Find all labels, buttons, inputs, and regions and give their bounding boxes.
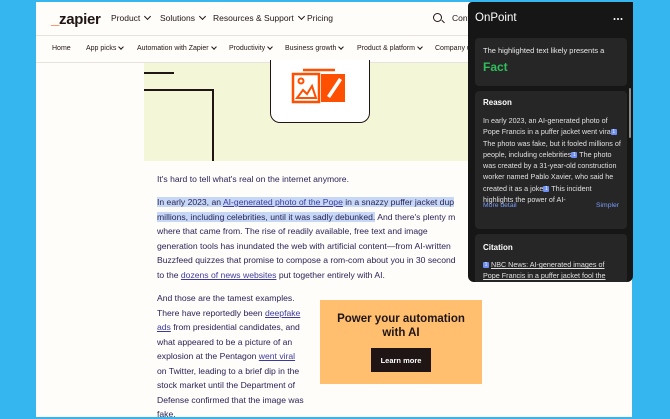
subnav-productivity[interactable]: Productivity xyxy=(229,44,274,52)
more-options-icon[interactable] xyxy=(617,18,619,20)
citation-link[interactable]: NBC News: AI-generated images of Pope Fr… xyxy=(483,260,606,280)
article-paragraph: It's hard to tell what's real on the int… xyxy=(157,174,349,184)
nav-resources-label: Resources & Support xyxy=(213,13,294,23)
went-viral-link[interactable]: went viral xyxy=(259,351,295,361)
simpler-link[interactable]: Simpler xyxy=(596,202,619,209)
text-span: generation tools has inundated the web w… xyxy=(157,240,451,251)
subnav-product-platform[interactable]: Product & platform xyxy=(357,44,423,52)
verdict-card: The highlighted text likely presents a F… xyxy=(475,38,627,86)
text-span: from presidential candidates, and xyxy=(170,322,300,332)
ai-image-generation-icon xyxy=(291,68,345,104)
text-span: explosion at the Pentagon xyxy=(157,351,259,361)
hero-card xyxy=(270,60,370,123)
nav-resources[interactable]: Resources & Support xyxy=(213,12,305,23)
text-span: fake. xyxy=(157,409,176,417)
promo-box: Power your automation with AI Learn more xyxy=(320,300,482,384)
ai-photo-link[interactable]: AI-generated photo of the Pope xyxy=(223,197,343,207)
text-span: to the xyxy=(157,269,181,280)
subnav-automation[interactable]: Automation with Zapier xyxy=(137,44,217,52)
chevron-down-icon xyxy=(118,44,125,50)
verdict-intro: The highlighted text likely presents a xyxy=(483,46,605,55)
chevron-down-icon xyxy=(297,12,305,21)
subnav-productivity-label: Productivity xyxy=(229,45,266,52)
learn-more-button[interactable]: Learn more xyxy=(371,348,431,372)
nav-pricing[interactable]: Pricing xyxy=(307,13,333,23)
citation-item[interactable]: 1 NBC News: AI-generated images of Pope … xyxy=(483,259,621,281)
promo-title: Power your automation with AI xyxy=(320,312,482,340)
promo-title-line: Power your automation xyxy=(337,313,465,325)
subnav-home-label: Home xyxy=(52,45,71,52)
text-span: stock market until the Department of xyxy=(157,380,296,390)
text-span: on Twitter, leading to a brief dip in th… xyxy=(157,365,300,376)
deepfake-link[interactable]: deepfake xyxy=(265,308,300,318)
news-websites-link[interactable]: dozens of news websites xyxy=(181,270,277,280)
citation-heading: Citation xyxy=(483,243,513,252)
nav-product-label: Product xyxy=(111,13,141,23)
text-span: Buzzfeed quizzes that promise to compose… xyxy=(157,255,456,265)
text-span: what appeared to be a picture of an xyxy=(157,336,293,347)
hero-line xyxy=(144,89,214,91)
nav-solutions[interactable]: Solutions xyxy=(160,12,207,23)
text-span: put together entirely with AI. xyxy=(276,269,385,280)
chevron-down-icon xyxy=(338,44,345,50)
chevron-down-icon xyxy=(210,44,217,50)
chevron-down-icon xyxy=(144,12,152,21)
subnav-company-label: Company u xyxy=(435,45,471,52)
chevron-down-icon xyxy=(267,44,274,50)
nav-pricing-label: Pricing xyxy=(307,13,333,23)
reference-badge[interactable]: 1 xyxy=(610,129,617,136)
text-span: And those are the tamest examples. xyxy=(157,293,295,303)
subnav-automation-label: Automation with Zapier xyxy=(137,45,209,52)
search-icon[interactable] xyxy=(433,13,442,22)
subnav-business-growth-label: Business growth xyxy=(285,45,337,52)
subnav-business-growth[interactable]: Business growth xyxy=(285,44,345,52)
chevron-down-icon xyxy=(417,44,423,50)
promo-title-line: with AI xyxy=(382,327,420,339)
text-span: In early 2023, an xyxy=(157,197,223,207)
more-detail-link[interactable]: More detail xyxy=(483,202,517,209)
reason-segment: In early 2023, an AI-generated photo of … xyxy=(483,116,611,137)
hero-line xyxy=(212,89,214,161)
article-paragraph: And those are the tamest examples. There … xyxy=(157,291,317,417)
text-span: in a snazzy puffer jacket dup xyxy=(342,197,455,207)
text-span: There have reportedly been xyxy=(157,307,265,318)
nav-product[interactable]: Product xyxy=(111,12,152,23)
text-span: millions, including celebrities, until i… xyxy=(157,211,376,222)
reason-text: In early 2023, an AI-generated photo of … xyxy=(483,115,621,205)
citation-card: Citation 1 NBC News: AI-generated images… xyxy=(475,234,627,282)
subnav-company[interactable]: Company u xyxy=(435,45,471,52)
text-span: Defense confirmed that the image was xyxy=(157,394,304,405)
article-paragraph: In early 2023, an AI-generated photo of … xyxy=(157,195,497,282)
panel-scrollbar[interactable] xyxy=(629,88,631,138)
logo-text: zapier xyxy=(59,11,101,28)
panel-title: OnPoint xyxy=(475,12,517,24)
nav-solutions-label: Solutions xyxy=(160,13,195,23)
subnav-app-picks-label: App picks xyxy=(86,45,117,52)
onpoint-panel: OnPoint The highlighted text likely pres… xyxy=(468,2,633,282)
zapier-logo[interactable]: _zapier xyxy=(51,11,101,28)
text-span: where that came from. The rise of readil… xyxy=(157,226,428,236)
hero-line xyxy=(144,72,174,74)
verdict-label: Fact xyxy=(483,60,508,74)
reason-heading: Reason xyxy=(483,98,512,107)
text-span: And there's plenty m xyxy=(375,211,456,222)
reference-badge: 1 xyxy=(483,262,489,268)
chevron-down-icon xyxy=(198,12,207,21)
deepfake-ads-link[interactable]: ads xyxy=(157,322,171,332)
subnav-home[interactable]: Home xyxy=(52,45,71,52)
logo-mark: _ xyxy=(51,11,60,28)
subnav-product-platform-label: Product & platform xyxy=(357,45,415,52)
reason-card: Reason In early 2023, an AI-generated ph… xyxy=(475,91,627,229)
subnav-app-picks[interactable]: App picks xyxy=(86,44,125,52)
